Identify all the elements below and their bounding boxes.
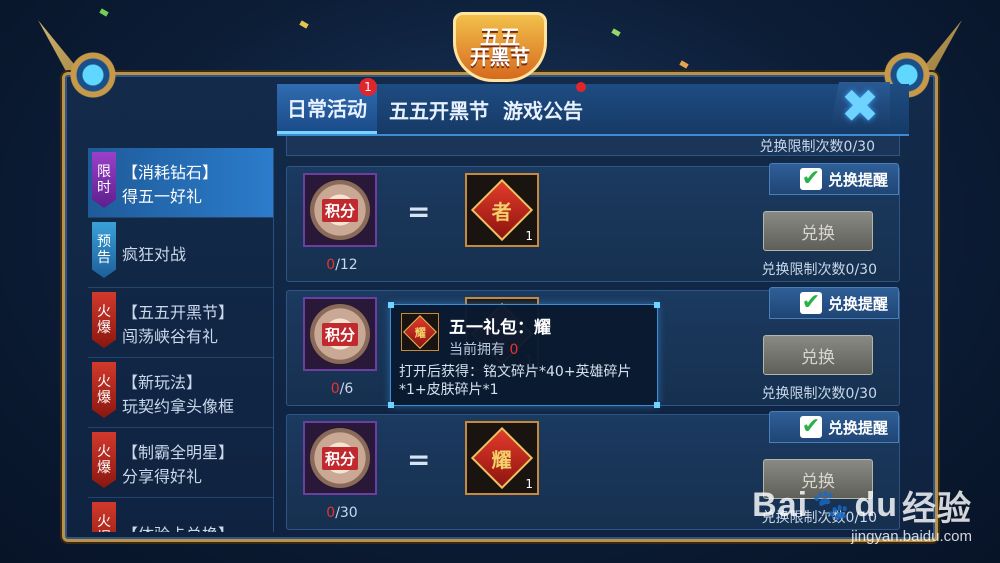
sidebar-item-subtitle: 闯荡峡谷有礼 bbox=[122, 326, 219, 346]
tag-hot: 火爆 bbox=[92, 292, 116, 348]
tooltip-corner bbox=[654, 402, 660, 408]
sidebar-item-subtitle: 得五一好礼 bbox=[122, 186, 203, 206]
confetti-piece bbox=[299, 20, 309, 29]
exchange-limit: 兑换限制次数0/30 bbox=[761, 262, 877, 278]
notification-badge: 1 bbox=[359, 78, 377, 96]
sidebar-item-festival[interactable]: 火爆 【五五开黑节】 闯荡峡谷有礼 bbox=[88, 288, 273, 358]
points-item[interactable]: 积分 bbox=[303, 173, 377, 247]
exchange-reminder-toggle[interactable]: ✔ 兑换提醒 bbox=[769, 163, 899, 195]
sidebar-item-title: 【体验卡兑换】 bbox=[122, 521, 273, 533]
exchange-card: 积分 0/12 = 者 1 ✔ 兑换提醒 兑换 兑换限制次数0/30 bbox=[286, 163, 900, 282]
reminder-label: 兑换提醒 bbox=[827, 294, 888, 313]
points-item[interactable]: 积分 bbox=[303, 297, 377, 371]
gift-pack-icon: 耀 bbox=[403, 315, 437, 349]
points-count: 0/30 bbox=[326, 505, 358, 521]
points-icon: 积分 bbox=[310, 304, 370, 364]
gift-pack-icon: 者 bbox=[470, 178, 534, 242]
equals-sign: = bbox=[407, 195, 431, 228]
watermark-cn: 经验 bbox=[902, 490, 972, 528]
reward-item[interactable]: 者 1 bbox=[465, 173, 539, 247]
points-count: 0/12 bbox=[326, 257, 358, 273]
exchange-button[interactable]: 兑换 bbox=[763, 211, 873, 251]
sidebar-item-crazy-battle[interactable]: 预告 疯狂对战 bbox=[88, 218, 273, 288]
exchange-limit: 兑换限制次数0/30 bbox=[759, 139, 875, 155]
watermark-url: jingyan.baidu.com bbox=[851, 528, 972, 545]
confetti-piece bbox=[679, 60, 689, 69]
sidebar-item-trial-card[interactable]: 火爆 【体验卡兑换】 bbox=[88, 498, 273, 532]
sidebar-item-title: 【消耗钻石】 bbox=[122, 162, 219, 182]
exchange-reminder-toggle[interactable]: ✔ 兑换提醒 bbox=[769, 411, 899, 443]
confetti-piece bbox=[99, 8, 109, 17]
checkmark-icon: ✔ bbox=[799, 166, 822, 191]
sidebar-item-all-star[interactable]: 火爆 【制霸全明星】 分享得好礼 bbox=[88, 428, 273, 498]
checkmark-icon: ✔ bbox=[799, 290, 822, 315]
points-label: 积分 bbox=[321, 198, 358, 222]
tooltip-item-icon: 耀 bbox=[401, 313, 439, 351]
reminder-label: 兑换提醒 bbox=[827, 418, 888, 437]
tag-preview: 预告 bbox=[92, 222, 116, 278]
logo-line-2: 开黑节 bbox=[470, 45, 530, 69]
points-icon: 积分 bbox=[310, 180, 370, 240]
tooltip-description: 打开后获得：铭文碎片*40+英雄碎片*1+皮肤碎片*1 bbox=[399, 364, 632, 399]
sidebar-item-title: 疯狂对战 bbox=[122, 244, 187, 264]
points-count: 0/6 bbox=[330, 381, 354, 397]
sidebar-item-consume-diamonds[interactable]: 限时 【消耗钻石】 得五一好礼 bbox=[88, 148, 273, 218]
sidebar-item-title: 【新玩法】 bbox=[122, 372, 203, 392]
sidebar-item-subtitle: 分享得好礼 bbox=[122, 466, 203, 486]
points-label: 积分 bbox=[321, 322, 358, 346]
confetti-piece bbox=[611, 28, 621, 37]
tab-announcements[interactable]: 游戏公告 bbox=[497, 84, 589, 134]
logo-line-1: 五五 bbox=[480, 25, 520, 49]
tooltip-title: 五一礼包：耀 bbox=[449, 318, 551, 338]
tooltip-corner bbox=[654, 302, 660, 308]
item-quantity: 1 bbox=[525, 477, 533, 491]
tag-hot: 火爆 bbox=[92, 502, 116, 532]
close-icon: ✖ bbox=[840, 79, 880, 133]
notification-dot bbox=[576, 82, 586, 92]
points-item[interactable]: 积分 bbox=[303, 421, 377, 495]
sidebar-item-title: 【制霸全明星】 bbox=[122, 442, 235, 462]
festival-logo: 五五 开黑节 bbox=[448, 8, 552, 86]
sidebar-item-title: 【五五开黑节】 bbox=[122, 302, 235, 322]
checkmark-icon: ✔ bbox=[799, 414, 822, 439]
reward-item[interactable]: 耀 1 bbox=[465, 421, 539, 495]
exchange-reminder-toggle[interactable]: ✔ 兑换提醒 bbox=[769, 287, 899, 319]
tab-festival[interactable]: 五五开黑节 bbox=[381, 84, 497, 134]
exchange-button[interactable]: 兑换 bbox=[763, 335, 873, 375]
close-button[interactable]: ✖ bbox=[830, 82, 890, 130]
gift-pack-icon: 耀 bbox=[470, 426, 534, 490]
tooltip-owned: 当前拥有 0 bbox=[449, 342, 519, 358]
previous-card-stub: 兑换限制次数0/30 bbox=[286, 136, 900, 156]
tag-hot: 火爆 bbox=[92, 362, 116, 418]
sidebar: 限时 【消耗钻石】 得五一好礼 预告 疯狂对战 火爆 【五五开黑节】 闯荡峡谷有… bbox=[88, 148, 274, 532]
equals-sign: = bbox=[407, 443, 431, 476]
sidebar-item-new-mode[interactable]: 火爆 【新玩法】 玩契约拿头像框 bbox=[88, 358, 273, 428]
baidu-watermark: Bai 🐾 du 经验 jingyan.baidu.com bbox=[752, 481, 972, 545]
exchange-limit: 兑换限制次数0/30 bbox=[761, 386, 877, 402]
tooltip-corner bbox=[388, 402, 394, 408]
points-label: 积分 bbox=[321, 446, 358, 470]
item-tooltip: 耀 五一礼包：耀 当前拥有 0 打开后获得：铭文碎片*40+英雄碎片*1+皮肤碎… bbox=[388, 302, 660, 408]
watermark-brand-2: du bbox=[854, 486, 898, 524]
sidebar-item-subtitle: 玩契约拿头像框 bbox=[122, 396, 235, 416]
points-icon: 积分 bbox=[310, 428, 370, 488]
reminder-label: 兑换提醒 bbox=[827, 170, 888, 189]
paw-icon: 🐾 bbox=[812, 489, 851, 522]
frame-gem-left bbox=[58, 40, 128, 110]
item-quantity: 1 bbox=[525, 229, 533, 243]
tag-limited: 限时 bbox=[92, 152, 116, 208]
tag-hot: 火爆 bbox=[92, 432, 116, 488]
watermark-brand: Bai bbox=[752, 486, 809, 524]
tooltip-corner bbox=[388, 302, 394, 308]
